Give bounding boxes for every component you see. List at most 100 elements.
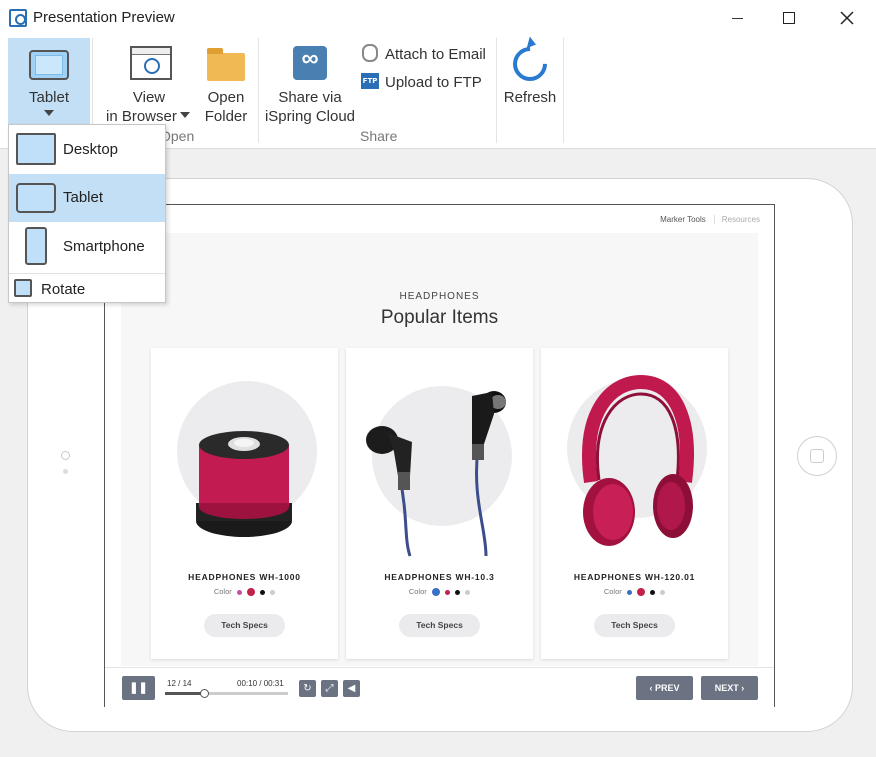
color-label: Color [408, 587, 427, 596]
color-swatch[interactable] [260, 589, 266, 595]
view-in-browser-button[interactable]: View in Browser [100, 38, 198, 125]
color-swatch[interactable] [455, 589, 461, 595]
marker-tools-link[interactable]: Marker Tools [660, 215, 706, 224]
volume-icon: ◀ [347, 683, 356, 694]
replay-button[interactable]: ↻ [299, 680, 316, 697]
slide-viewport: Marker Tools Resources HEADPHONES Popular… [104, 204, 775, 707]
window-title: Presentation Preview [33, 9, 175, 26]
seek-progress [165, 692, 205, 695]
share-cloud-button[interactable]: Share via iSpring Cloud [262, 38, 358, 125]
chevron-down-icon [44, 110, 54, 116]
divider [563, 38, 564, 143]
red-headphones-image [582, 374, 694, 546]
open-folder-label-2: Folder [204, 108, 248, 125]
fullscreen-button[interactable]: ⤢ [321, 680, 338, 697]
open-folder-button[interactable]: Open Folder [198, 38, 254, 125]
color-swatch-selected[interactable] [246, 588, 255, 597]
chevron-down-icon [180, 112, 190, 118]
menu-item-label: Smartphone [63, 238, 145, 255]
divider [258, 38, 259, 143]
slide-counter: 12 / 14 [167, 679, 192, 688]
upload-ftp-button[interactable]: FTP Upload to FTP [360, 71, 490, 93]
menu-item-rotate[interactable]: Rotate [9, 273, 165, 303]
attach-email-button[interactable]: Attach to Email [360, 43, 490, 65]
device-button-label: Tablet [28, 89, 70, 106]
product-name: HEADPHONES WH-120.01 [573, 572, 696, 582]
rotate-icon [14, 279, 32, 297]
ispring-cloud-icon [293, 46, 327, 80]
close-button[interactable] [824, 0, 870, 36]
ftp-icon: FTP [361, 73, 379, 89]
smartphone-icon [25, 227, 47, 265]
black-earbuds-image [366, 391, 506, 557]
color-swatch[interactable] [626, 589, 632, 595]
color-swatch[interactable] [660, 589, 666, 595]
menu-item-smartphone[interactable]: Smartphone [9, 223, 165, 271]
slide-heading: Popular Items [380, 307, 499, 328]
color-picker: Color [541, 587, 728, 597]
color-label: Color [213, 587, 232, 596]
next-label: NEXT [714, 683, 739, 693]
share-label-2: iSpring Cloud [264, 108, 356, 125]
player-bar: ❚❚ 12 / 14 00:10 / 00:31 ↻ ⤢ ◀ ‹ PREV NE… [105, 667, 774, 707]
expand-icon: ⤢ [325, 683, 334, 694]
attach-email-label: Attach to Email [385, 46, 486, 63]
share-label-1: Share via [278, 89, 342, 106]
tech-specs-button[interactable]: Tech Specs [399, 614, 480, 637]
product-name: HEADPHONES WH-1000 [188, 572, 301, 582]
color-swatch[interactable] [650, 589, 656, 595]
tech-specs-button[interactable]: Tech Specs [594, 614, 675, 637]
sensor-icon [63, 469, 68, 474]
color-label: Color [603, 587, 622, 596]
product-card: HEADPHONES WH-1000 Color Tech Specs [151, 348, 338, 659]
refresh-label: Refresh [503, 89, 557, 106]
view-browser-label-1: View [132, 89, 166, 106]
color-swatch[interactable] [236, 589, 242, 595]
minimize-button[interactable] [714, 0, 760, 36]
color-swatch-selected[interactable] [431, 588, 440, 597]
share-group-label: Share [360, 128, 398, 144]
refresh-icon [505, 39, 555, 89]
red-speaker-image [196, 431, 292, 537]
browser-icon [130, 46, 172, 80]
device-menu: Desktop Tablet Smartphone Rotate [8, 124, 166, 303]
menu-item-label: Desktop [63, 141, 119, 158]
product-name: HEADPHONES WH-10.3 [384, 572, 495, 582]
prev-button[interactable]: ‹ PREV [636, 676, 693, 700]
folder-icon [207, 48, 245, 81]
menu-item-desktop[interactable]: Desktop [9, 126, 165, 174]
color-swatch[interactable] [270, 589, 276, 595]
home-button[interactable] [797, 436, 837, 476]
upload-ftp-label: Upload to FTP [385, 74, 482, 91]
seek-handle[interactable] [200, 689, 210, 698]
globe-icon [144, 58, 160, 74]
device-tablet-button[interactable]: Tablet [8, 38, 90, 124]
tech-specs-button[interactable]: Tech Specs [204, 614, 285, 637]
color-swatch[interactable] [465, 589, 471, 595]
prev-label: PREV [654, 683, 680, 693]
paperclip-icon [362, 44, 378, 62]
menu-item-tablet[interactable]: Tablet [9, 174, 165, 222]
maximize-button[interactable] [766, 0, 812, 36]
refresh-button[interactable]: Refresh [500, 38, 560, 124]
color-picker: Color [151, 587, 338, 597]
replay-icon: ↻ [303, 683, 312, 694]
pause-button[interactable]: ❚❚ [122, 676, 155, 700]
app-icon [9, 9, 27, 27]
resources-link[interactable]: Resources [713, 215, 760, 224]
close-icon [840, 11, 854, 25]
slide: HEADPHONES Popular Items HEADPHONES WH-1… [121, 233, 758, 666]
next-button[interactable]: NEXT › [701, 676, 758, 700]
menu-item-label: Tablet [63, 189, 104, 206]
menu-item-label: Rotate [41, 281, 86, 298]
seek-bar[interactable] [165, 689, 288, 698]
tablet-icon [29, 50, 69, 80]
color-swatch-selected[interactable] [636, 588, 645, 597]
open-folder-label-1: Open [207, 89, 245, 106]
color-swatch[interactable] [444, 589, 450, 595]
slide-topbar: Marker Tools Resources [660, 215, 760, 224]
title-bar: Presentation Preview [0, 0, 876, 36]
color-picker: Color [346, 587, 533, 597]
volume-button[interactable]: ◀ [343, 680, 360, 697]
tablet-icon [16, 183, 56, 213]
